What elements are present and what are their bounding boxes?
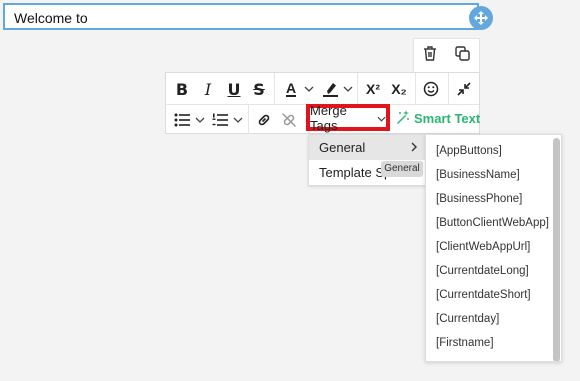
merge-tags-button[interactable]: Merge Tags bbox=[306, 102, 390, 133]
bold-button[interactable]: B bbox=[171, 79, 193, 99]
text-block-content[interactable]: Welcome to bbox=[14, 10, 88, 26]
merge-tag-item[interactable]: [ButtonClientWebApp] bbox=[436, 217, 549, 229]
chevron-down-icon[interactable] bbox=[194, 113, 206, 127]
merge-tag-item[interactable]: [Currentday] bbox=[436, 313, 499, 325]
numbered-list-icon[interactable] bbox=[209, 110, 231, 130]
merge-tag-item[interactable]: [AppButtons] bbox=[436, 145, 502, 157]
subscript-button[interactable]: X₂ bbox=[388, 79, 410, 99]
merge-tags-submenu: [AppButtons] [BusinessName] [BusinessPho… bbox=[425, 134, 562, 362]
move-icon[interactable] bbox=[469, 6, 493, 30]
collapse-icon[interactable] bbox=[453, 79, 475, 99]
merge-tag-item[interactable]: [Firstname] bbox=[436, 337, 494, 349]
magic-wand-icon bbox=[396, 110, 410, 127]
smart-text-button[interactable]: Smart Text bbox=[396, 110, 480, 127]
menu-item-general[interactable]: General bbox=[309, 135, 425, 160]
chevron-down-icon[interactable] bbox=[342, 82, 354, 96]
tooltip: General bbox=[381, 161, 423, 177]
merge-tag-item[interactable]: [BusinessPhone] bbox=[436, 193, 522, 205]
unlink-icon[interactable] bbox=[278, 110, 300, 130]
underline-button[interactable]: U bbox=[223, 79, 245, 99]
link-icon[interactable] bbox=[253, 110, 275, 130]
smart-text-label: Smart Text bbox=[414, 111, 481, 126]
merge-tags-label: Merge Tags bbox=[310, 102, 347, 133]
chevron-down-icon[interactable] bbox=[303, 82, 315, 96]
block-actions bbox=[413, 38, 480, 74]
merge-tag-item[interactable]: [BusinessName] bbox=[436, 169, 520, 181]
highlight-icon[interactable] bbox=[319, 79, 341, 99]
emoji-icon[interactable] bbox=[420, 79, 442, 99]
merge-tag-item[interactable]: [CurrentdateShort] bbox=[436, 289, 531, 301]
strikethrough-button[interactable]: S bbox=[248, 79, 270, 99]
chevron-down-icon bbox=[377, 110, 386, 125]
duplicate-icon[interactable] bbox=[455, 46, 470, 66]
merge-tag-item[interactable]: [ClientWebAppUrl] bbox=[436, 241, 530, 253]
merge-tag-item[interactable]: [CurrentdateLong] bbox=[436, 265, 529, 277]
bullet-list-icon[interactable] bbox=[171, 110, 193, 130]
font-color-button[interactable]: A bbox=[280, 79, 302, 99]
superscript-button[interactable]: X² bbox=[362, 79, 384, 99]
merge-tags-menu: General Template Spe bbox=[308, 134, 426, 186]
submenu-scrollbar[interactable] bbox=[553, 138, 560, 361]
chevron-right-icon bbox=[411, 135, 417, 160]
trash-icon[interactable] bbox=[423, 46, 437, 66]
italic-button[interactable]: I bbox=[197, 79, 219, 99]
chevron-down-icon[interactable] bbox=[232, 113, 244, 127]
text-block[interactable]: Welcome to bbox=[3, 3, 479, 30]
toolbar-row-1: B I U S A X² X₂ bbox=[166, 73, 479, 105]
